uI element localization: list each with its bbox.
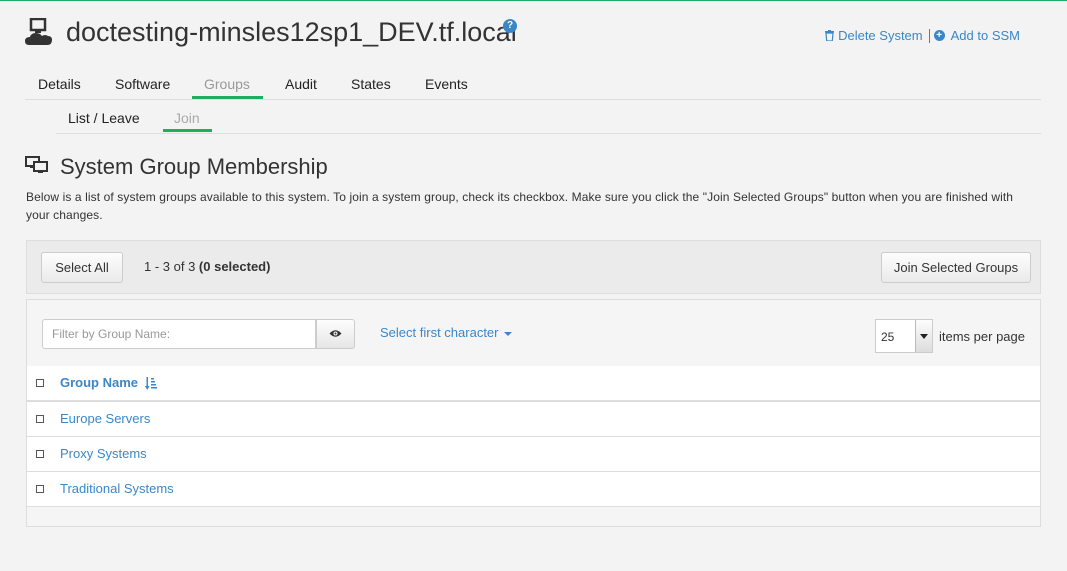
page-header: doctesting-minsles12sp1_DEV.tf.local ? D… (25, 16, 1041, 56)
table-row: Europe Servers (27, 402, 1040, 437)
items-per-page-select[interactable]: 25 (875, 319, 933, 353)
sort-alpha-icon (144, 377, 157, 391)
row-checkbox[interactable] (36, 485, 44, 493)
eye-icon (329, 330, 342, 337)
subtab-list-leave[interactable]: List / Leave (68, 110, 140, 126)
group-name-link[interactable]: Proxy Systems (60, 446, 147, 461)
header-actions: Delete System + Add to SSM (825, 27, 1020, 43)
filter-apply-button[interactable] (316, 319, 355, 349)
group-name-header-label: Group Name (60, 375, 139, 390)
caret-down-icon (503, 331, 512, 336)
tab-details[interactable]: Details (38, 76, 81, 92)
section-description: Below is a list of system groups availab… (26, 190, 1014, 222)
question-circle-icon[interactable]: ? (503, 19, 517, 33)
tab-audit[interactable]: Audit (285, 76, 317, 92)
tab-software[interactable]: Software (115, 76, 170, 92)
active-tab-indicator (192, 96, 263, 99)
trash-icon (825, 30, 835, 42)
group-name-link[interactable]: Traditional Systems (60, 481, 174, 496)
table-row: Traditional Systems (27, 472, 1040, 507)
group-name-link[interactable]: Europe Servers (60, 411, 150, 426)
desktop-group-icon (25, 156, 48, 173)
row-checkbox[interactable] (36, 415, 44, 423)
range-count-text: 1 - 3 of 3 (144, 259, 199, 274)
select-all-checkbox[interactable] (36, 379, 44, 387)
selected-count-text: (0 selected) (198, 259, 271, 274)
tab-groups[interactable]: Groups (204, 76, 250, 92)
items-per-page-value: 25 (881, 330, 895, 344)
section-title: System Group Membership (60, 154, 328, 179)
first-character-label: Select first character (380, 325, 499, 340)
system-cloud-icon (25, 18, 52, 45)
tab-events[interactable]: Events (425, 76, 468, 92)
items-per-page-label: items per page (939, 329, 1025, 344)
page-title: doctesting-minsles12sp1_DEV.tf.local (66, 17, 517, 47)
delete-system-link[interactable]: Delete System (838, 28, 923, 43)
table-footer (27, 507, 1040, 526)
row-checkbox[interactable] (36, 450, 44, 458)
filter-group-name-input[interactable] (42, 319, 316, 349)
group-subtabs: List / Leave Join (56, 101, 1041, 134)
selection-count: 1 - 3 of 3 (0 selected) (144, 259, 270, 274)
action-separator (928, 28, 930, 43)
subtab-join[interactable]: Join (174, 110, 200, 126)
plus-circle-icon: + (933, 30, 945, 42)
table-header-row: Group Name (27, 366, 1040, 402)
add-to-ssm-link[interactable]: Add to SSM (951, 28, 1020, 43)
select-all-button[interactable]: Select All (41, 252, 123, 283)
group-name-column-header[interactable]: Group Name (60, 375, 157, 391)
groups-panel: Select first character 25 items per page… (26, 299, 1041, 527)
active-subtab-indicator (163, 129, 212, 132)
filter-bar: Select first character 25 items per page (27, 300, 1040, 367)
list-toolbar: Select All 1 - 3 of 3 (0 selected) Join … (26, 240, 1041, 294)
join-selected-groups-button[interactable]: Join Selected Groups (881, 252, 1031, 283)
tab-states[interactable]: States (351, 76, 391, 92)
system-tabs: Details Software Groups Audit States Eve… (25, 68, 1041, 100)
table-row: Proxy Systems (27, 437, 1040, 472)
select-arrow-icon (915, 320, 932, 352)
select-first-character-dropdown[interactable]: Select first character (380, 325, 512, 340)
